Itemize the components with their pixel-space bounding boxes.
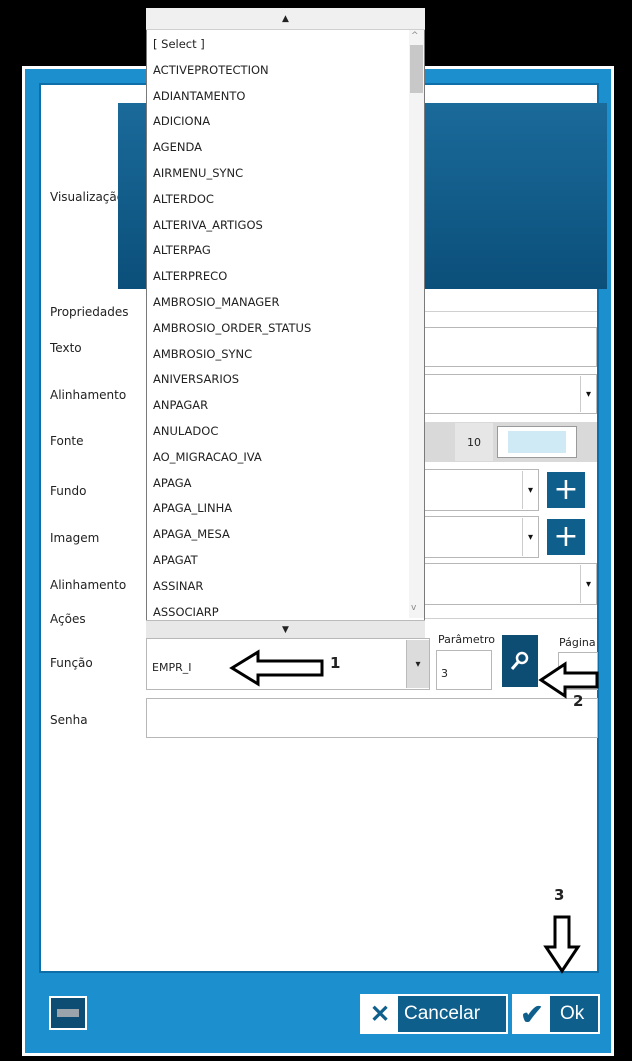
dropdown-item[interactable]: ASSOCIARP: [148, 600, 408, 617]
function-value: EMPR_I: [152, 661, 192, 674]
dropdown-item[interactable]: ADIANTAMENTO: [148, 84, 408, 110]
ok-button[interactable]: ✔ Ok: [512, 994, 600, 1034]
properties-label: Propriedades: [50, 305, 129, 319]
background-label: Fundo: [50, 484, 87, 498]
actions-label: Ações: [50, 612, 86, 626]
password-label: Senha: [50, 713, 88, 727]
dropdown-item[interactable]: ADICIONA: [148, 109, 408, 135]
dropdown-item[interactable]: APAGA: [148, 471, 408, 497]
dropdown-item[interactable]: [ Select ]: [148, 32, 408, 58]
dropdown-item[interactable]: AGENDA: [148, 135, 408, 161]
dropdown-item[interactable]: ANIVERSARIOS: [148, 367, 408, 393]
dropdown-item[interactable]: APAGAT: [148, 548, 408, 574]
parameter-input[interactable]: 3: [436, 650, 492, 690]
dropdown-item[interactable]: ALTERDOC: [148, 187, 408, 213]
chevron-down-icon[interactable]: ▾: [522, 471, 538, 509]
color-swatch: [508, 431, 566, 453]
arrow-left-annotation: [538, 661, 599, 699]
annotation-3: 3: [554, 886, 565, 904]
check-icon: ✔: [514, 996, 550, 1032]
chevron-down-icon[interactable]: ▾: [406, 640, 429, 688]
plus-icon: +: [553, 472, 579, 507]
dropdown-item[interactable]: ACTIVEPROTECTION: [148, 58, 408, 84]
dropdown-scrollbar[interactable]: [409, 30, 424, 618]
chevron-down-icon[interactable]: ▾: [580, 565, 596, 603]
dropdown-item[interactable]: AIRMENU_SYNC: [148, 161, 408, 187]
text-label: Texto: [50, 341, 82, 355]
dropdown-item[interactable]: ALTERPRECO: [148, 264, 408, 290]
ok-label: Ok: [560, 1003, 585, 1024]
add-image-button[interactable]: +: [547, 519, 585, 555]
chevron-up-icon[interactable]: ^: [411, 31, 419, 41]
dropdown-item[interactable]: AMBROSIO_SYNC: [148, 342, 408, 368]
cancel-label: Cancelar: [404, 1003, 481, 1024]
cancel-button[interactable]: ✕ Cancelar: [360, 994, 508, 1034]
scroll-down-button[interactable]: ▼: [146, 620, 425, 638]
arrow-left-annotation: [229, 649, 324, 687]
font-label: Fonte: [50, 434, 84, 448]
dropdown-item[interactable]: AO_MIGRACAO_IVA: [148, 445, 408, 471]
font-size-field[interactable]: 10: [455, 423, 493, 461]
dropdown-item[interactable]: APAGA_LINHA: [148, 496, 408, 522]
page-label: Página: [559, 636, 596, 649]
dropdown-item[interactable]: ANPAGAR: [148, 393, 408, 419]
dropdown-item[interactable]: ASSINAR: [148, 574, 408, 600]
actions-divider: [425, 618, 597, 619]
dropdown-item[interactable]: ANULADOC: [148, 419, 408, 445]
chevron-down-icon[interactable]: ▾: [580, 376, 596, 412]
arrow-down-annotation: [543, 915, 581, 974]
align-select[interactable]: [425, 374, 597, 414]
dropdown-item[interactable]: ALTERPAG: [148, 238, 408, 264]
preview-label: Visualização: [50, 190, 125, 204]
scroll-up-button[interactable]: ▲: [146, 8, 425, 30]
dropdown-item[interactable]: ALTERIVA_ARTIGOS: [148, 213, 408, 239]
parameter-value: 3: [441, 667, 448, 680]
keyboard-icon: [57, 1009, 79, 1017]
search-button[interactable]: [502, 635, 538, 687]
image-label: Imagem: [50, 531, 100, 545]
align-label: Alinhamento: [50, 388, 127, 402]
chevron-down-icon[interactable]: v: [411, 603, 416, 613]
annotation-2: 2: [573, 692, 584, 710]
dropdown-item[interactable]: APAGA_MESA: [148, 522, 408, 548]
scrollbar-thumb[interactable]: [410, 45, 423, 93]
parameter-label: Parâmetro: [438, 633, 495, 646]
triangle-down-icon: ▼: [282, 624, 289, 635]
search-icon: [510, 651, 529, 670]
keyboard-button[interactable]: [49, 996, 87, 1030]
password-input[interactable]: [146, 698, 598, 738]
chevron-down-icon[interactable]: ▾: [522, 518, 538, 556]
add-background-button[interactable]: +: [547, 472, 585, 508]
function-label: Função: [50, 656, 93, 670]
properties-divider: [425, 311, 597, 312]
close-icon: ✕: [362, 996, 398, 1032]
align2-label: Alinhamento: [50, 578, 127, 592]
text-input[interactable]: [425, 327, 597, 367]
plus-icon: +: [553, 519, 579, 554]
align2-select[interactable]: [425, 563, 597, 605]
triangle-up-icon: ▲: [282, 13, 289, 24]
dropdown-item[interactable]: AMBROSIO_MANAGER: [148, 290, 408, 316]
dropdown-item[interactable]: AMBROSIO_ORDER_STATUS: [148, 316, 408, 342]
dropdown-items: [ Select ] ACTIVEPROTECTION ADIANTAMENTO AD…: [148, 32, 408, 617]
annotation-1: 1: [330, 654, 341, 672]
font-color-box[interactable]: [497, 426, 577, 458]
